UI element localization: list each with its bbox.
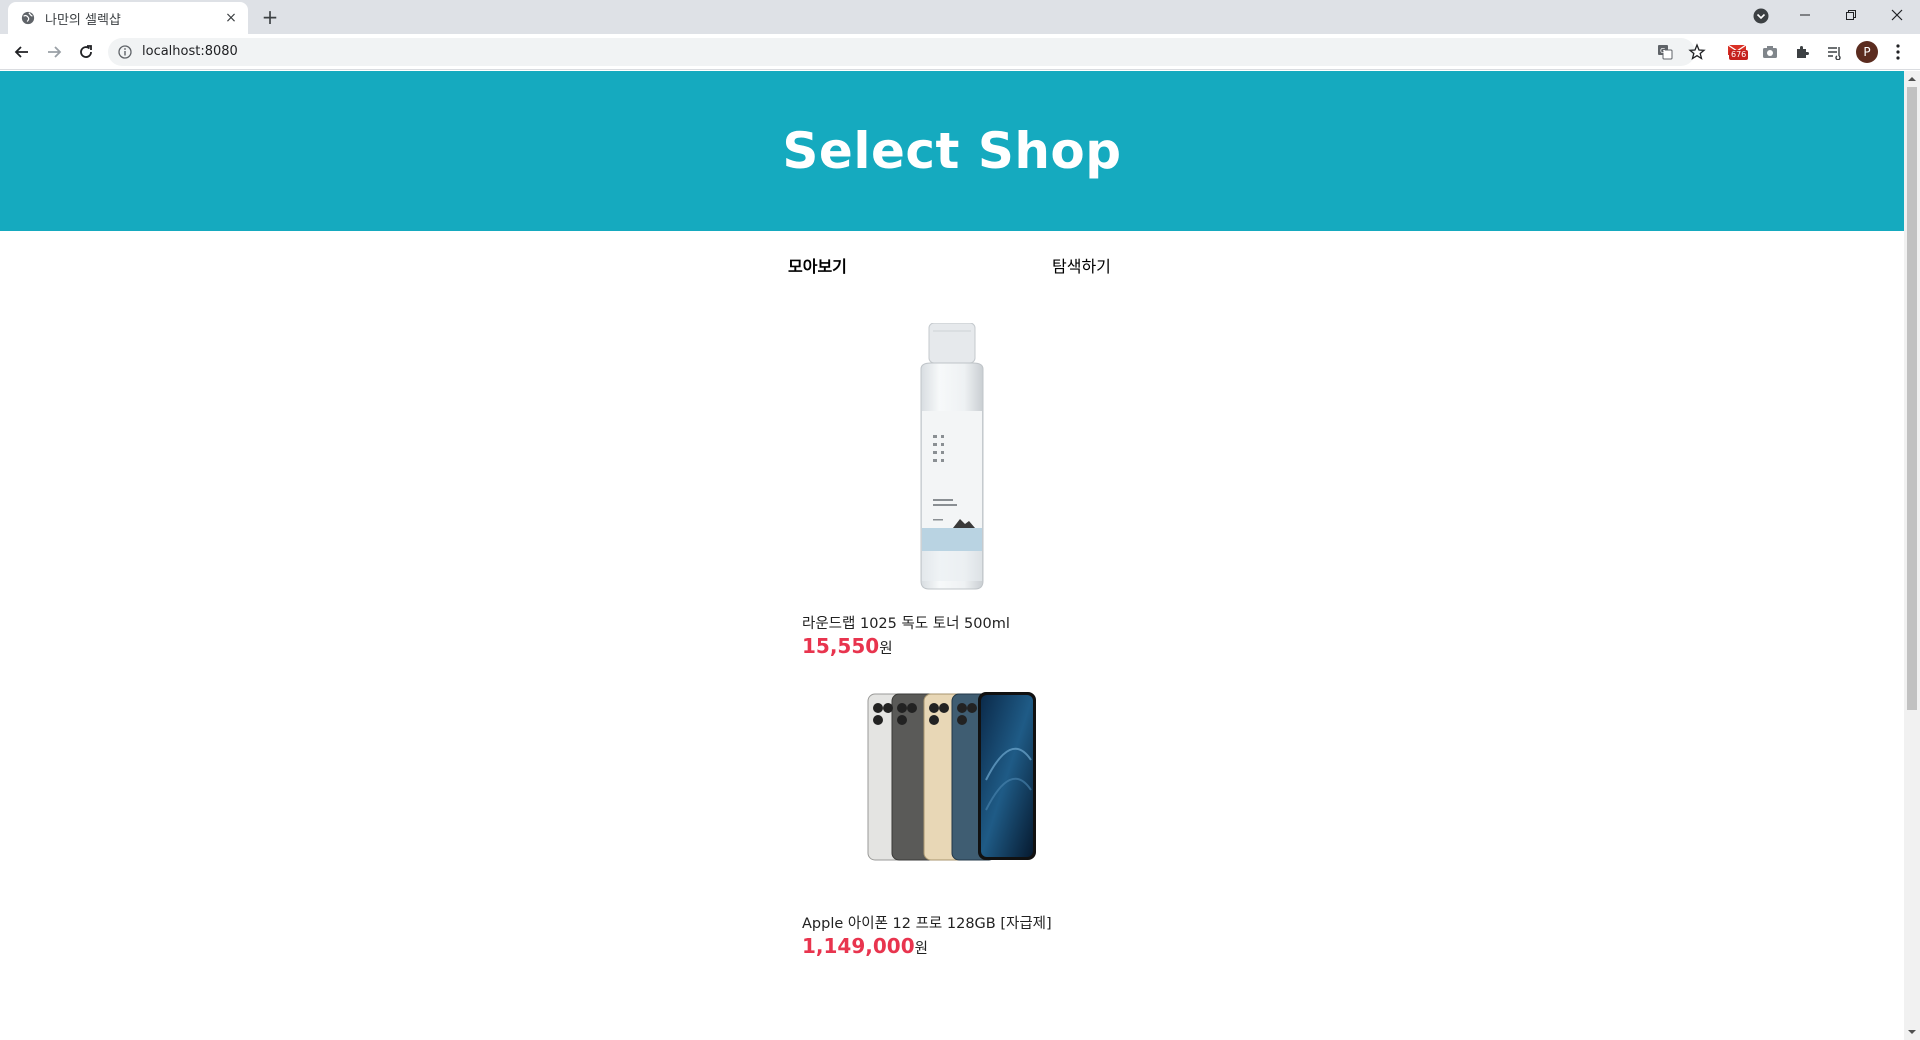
scroll-down-icon[interactable] — [1908, 1028, 1916, 1036]
bookmark-star-icon[interactable] — [1688, 43, 1706, 61]
address-bar[interactable]: localhost:8080 G — [108, 38, 1706, 66]
product-price: 15,550원 — [802, 634, 893, 658]
extensions-button[interactable] — [1792, 42, 1812, 62]
product-title[interactable]: Apple 아이폰 12 프로 128GB [자급제] — [802, 912, 1052, 933]
price-currency: 원 — [914, 941, 928, 957]
minimize-button[interactable] — [1782, 0, 1828, 30]
globe-icon — [21, 11, 35, 25]
browser-window: 나만의 셀렉샵 × + localhost:8080 G 676 P Selec… — [0, 0, 1920, 1040]
scroll-thumb[interactable] — [1907, 87, 1917, 710]
translate-icon[interactable]: G — [1656, 43, 1674, 61]
site-header: Select Shop — [0, 71, 1904, 231]
arrow-right-icon — [48, 46, 62, 58]
view-nav: 모아보기 탐색하기 — [0, 231, 1904, 301]
new-tab-button[interactable]: + — [259, 6, 281, 28]
product-card[interactable]: 라운드랩 1025 독도 토너 500ml 15,550원 — [0, 301, 1904, 676]
product-image[interactable] — [0, 301, 1904, 591]
product-image[interactable] — [0, 676, 1904, 862]
browser-tab[interactable]: 나만의 셀렉샵 × — [8, 2, 248, 34]
tab-search-icon[interactable] — [1752, 7, 1770, 25]
back-button[interactable] — [10, 40, 34, 64]
product-title[interactable]: 라운드랩 1025 독도 토너 500ml — [802, 612, 1010, 633]
forward-button[interactable] — [42, 40, 66, 64]
browser-toolbar: localhost:8080 G 676 P — [0, 34, 1920, 70]
tab-title: 나만의 셀렉샵 — [45, 12, 121, 28]
nav-tab-explore[interactable]: 탐색하기 — [1052, 253, 1111, 277]
tab-strip: 나만의 셀렉샵 × + — [0, 0, 1920, 34]
playlist-icon — [1828, 47, 1841, 60]
site-title: Select Shop — [782, 122, 1122, 180]
close-icon — [1891, 9, 1903, 21]
puzzle-icon — [1797, 46, 1809, 58]
minimize-icon — [1800, 14, 1810, 16]
svg-text:G: G — [1660, 47, 1665, 55]
camera-icon — [1763, 46, 1777, 58]
restore-icon — [1846, 10, 1856, 20]
page-viewport: Select Shop 모아보기 탐색하기 라운드랩 1025 독도 토너 50… — [0, 71, 1904, 1040]
nav-tab-collection[interactable]: 모아보기 — [788, 253, 847, 277]
reload-button[interactable] — [74, 40, 98, 64]
price-value: 15,550 — [802, 634, 880, 658]
gmail-extension-icon[interactable]: 676 — [1727, 42, 1749, 62]
product-card[interactable]: Apple 아이폰 12 프로 128GB [자급제] 1,149,000원 — [0, 676, 1904, 1040]
reading-list-button[interactable] — [1824, 42, 1844, 62]
restore-button[interactable] — [1828, 0, 1874, 30]
scroll-up-icon[interactable] — [1908, 75, 1916, 83]
toner-bottle-image — [920, 323, 984, 590]
iphone-image — [867, 692, 1036, 861]
product-price: 1,149,000원 — [802, 934, 928, 958]
close-tab-icon[interactable]: × — [222, 9, 240, 27]
arrow-left-icon — [14, 46, 28, 58]
page-scrollbar[interactable] — [1904, 71, 1920, 1040]
more-menu-icon[interactable] — [1888, 42, 1908, 62]
camera-extension-icon[interactable] — [1760, 42, 1780, 62]
info-icon[interactable] — [118, 45, 132, 59]
price-currency: 원 — [879, 641, 893, 657]
close-window-button[interactable] — [1874, 0, 1920, 30]
gmail-count-badge: 676 — [1729, 50, 1749, 60]
profile-avatar[interactable]: P — [1856, 41, 1878, 63]
url-text: localhost:8080 — [142, 44, 238, 59]
reload-icon — [80, 45, 92, 58]
price-value: 1,149,000 — [802, 934, 915, 958]
